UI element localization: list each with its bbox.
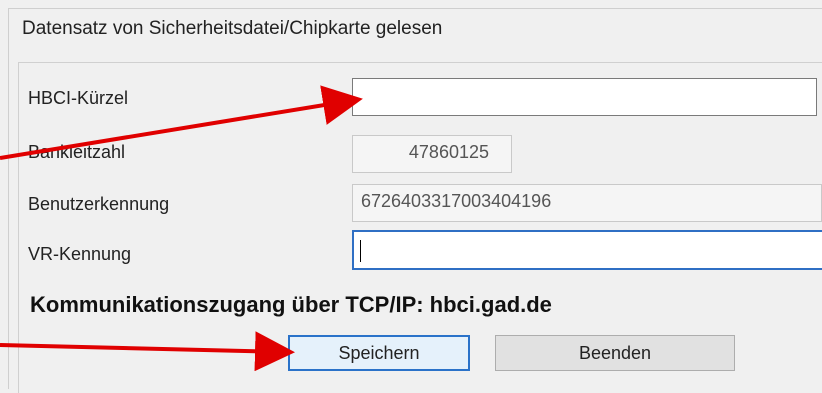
dialog-title: Datensatz von Sicherheitsdatei/Chipkarte…: [22, 18, 443, 39]
blz-value: 47860125: [408, 142, 489, 162]
vr-input[interactable]: [352, 230, 822, 270]
save-button[interactable]: Speichern: [288, 335, 470, 371]
hbci-label: HBCI-Kürzel: [28, 88, 129, 108]
connection-info: Kommunikationszugang über TCP/IP: hbci.g…: [30, 292, 552, 317]
user-id-label: Benutzerkennung: [28, 194, 170, 214]
text-caret: [360, 240, 361, 262]
quit-button[interactable]: Beenden: [495, 335, 735, 371]
hbci-input[interactable]: [352, 78, 817, 116]
vr-label: VR-Kennung: [28, 244, 132, 264]
blz-label: Bankleitzahl: [28, 142, 126, 162]
user-id-field: 6726403317003404196: [352, 184, 822, 222]
blz-field: 47860125: [352, 135, 512, 173]
user-id-value: 6726403317003404196: [361, 191, 552, 211]
